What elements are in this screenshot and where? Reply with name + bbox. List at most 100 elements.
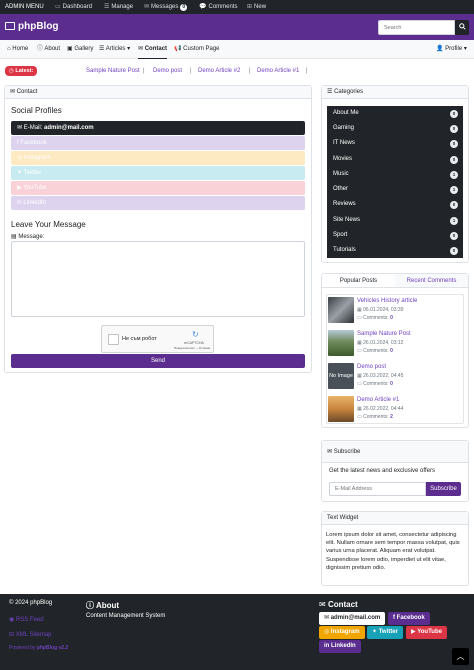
facebook-icon: f — [393, 615, 395, 621]
category-item[interactable]: Sport 0 — [327, 228, 463, 243]
nav-contact[interactable]: ✉ Contact — [138, 40, 168, 59]
latest-separator: | — [306, 68, 308, 74]
category-item[interactable]: Music 1 — [327, 167, 463, 182]
nav-gallery[interactable]: ▣ Gallery — [67, 40, 93, 59]
text-widget-header: Text Widget — [322, 512, 468, 525]
post-title[interactable]: Sample Nature Post — [357, 331, 411, 337]
post-comments: ▭ Comments: 2 — [357, 414, 393, 420]
linkedin-icon: in — [17, 200, 22, 206]
post-title[interactable]: Demo post — [357, 364, 386, 370]
send-button[interactable]: Send — [11, 354, 305, 368]
latest-item[interactable]: Demo post — [153, 66, 182, 76]
info-icon: ⓘ — [37, 46, 44, 52]
calendar-icon: ▦ — [357, 373, 362, 379]
search-button[interactable] — [455, 20, 469, 35]
admin-manage-link[interactable]: ☰ Manage — [104, 0, 133, 14]
category-item[interactable]: Reviews 0 — [327, 197, 463, 212]
category-item[interactable]: Movies 0 — [327, 152, 463, 167]
post-date: ▦ 26.02.2022, 04:44 — [357, 406, 404, 412]
post-date: ▦ 06.01.2024, 03:39 — [357, 307, 404, 313]
subscribe-email-input[interactable] — [329, 482, 426, 496]
post-thumbnail[interactable] — [328, 297, 354, 323]
category-item[interactable]: Site News 1 — [327, 213, 463, 228]
brand-logo[interactable]: phpBlog — [5, 14, 59, 40]
latest-item[interactable]: Sample Nature Post — [86, 66, 140, 76]
category-item[interactable]: Gaming 0 — [327, 121, 463, 136]
caret-down-icon: ▾ — [463, 46, 467, 52]
calendar-icon: ▦ — [357, 340, 362, 346]
recaptcha-checkbox[interactable] — [108, 334, 119, 345]
sitemap-link[interactable]: ⊟ XML Sitemap — [9, 631, 52, 638]
envelope-icon: ✉ — [17, 125, 23, 131]
rss-feed-link[interactable]: ◉ RSS Feed — [9, 616, 44, 623]
admin-dashboard-link[interactable]: ▭ Dashboard — [55, 0, 92, 14]
admin-messages-link[interactable]: ✉ Messages 0 — [144, 0, 188, 14]
category-count: 0 — [450, 155, 458, 164]
recaptcha-label: Не съм робот — [122, 336, 157, 342]
youtube-link[interactable]: ▶ YouTube — [11, 181, 305, 195]
message-label: ▤ Message: — [11, 234, 45, 240]
twitter-link[interactable]: ✦ Twitter — [11, 166, 305, 180]
post-thumbnail-placeholder[interactable]: No Image — [328, 363, 354, 389]
post-date: ▦ 26.01.2024, 03:12 — [357, 340, 404, 346]
tab-recent-comments[interactable]: Recent Comments — [395, 274, 468, 288]
latest-item[interactable]: Demo Article #2 — [198, 66, 240, 76]
envelope-icon: ✉ — [324, 615, 330, 621]
admin-new-link[interactable]: ⊞ New — [247, 0, 266, 14]
instagram-link[interactable]: ◎ Instagram — [11, 151, 305, 165]
email-row[interactable]: ✉ E-Mail: admin@mail.com — [11, 121, 305, 135]
envelope-icon: ✉ — [319, 600, 326, 609]
category-count: 0 — [450, 246, 458, 255]
message-textarea[interactable] — [11, 241, 305, 317]
admin-bar: ADMIN MENU ▭ Dashboard ☰ Manage ✉ Messages 0… — [0, 0, 474, 14]
latest-item[interactable]: Demo Article #1 — [257, 66, 299, 76]
youtube-icon: ▶ — [17, 185, 22, 191]
post-title[interactable]: Demo Article #1 — [357, 397, 399, 403]
linkedin-link[interactable]: in LinkedIn — [11, 196, 305, 210]
twitter-icon: ✦ — [372, 629, 378, 635]
category-item[interactable]: Other 1 — [327, 182, 463, 197]
search-input[interactable] — [378, 20, 455, 35]
category-item[interactable]: About Me 0 — [327, 106, 463, 121]
rss-icon: ◉ — [9, 617, 15, 623]
scroll-top-button[interactable]: ︿ — [452, 648, 469, 665]
facebook-link[interactable]: f Facebook — [11, 136, 305, 150]
subscribe-text: Get the latest news and exclusive offers — [329, 468, 435, 474]
image-icon: ▣ — [67, 46, 73, 52]
admin-comments-link[interactable]: 💬 Comments — [199, 0, 238, 14]
nav-articles[interactable]: ☰ Articles ▾ — [99, 40, 130, 59]
footer-linkedin-button[interactable]: in LinkedIn — [319, 640, 361, 653]
post-title[interactable]: Vehicles History article — [357, 298, 417, 304]
nav-profile[interactable]: 👤 Profile ▾ — [436, 40, 467, 59]
recaptcha-links[interactable]: Поверителност – Условия — [174, 346, 210, 350]
social-profiles-heading: Social Profiles — [11, 106, 62, 115]
category-count: 0 — [450, 124, 458, 133]
calendar-icon: ▦ — [357, 307, 362, 313]
latest-separator: | — [190, 68, 192, 74]
subscribe-button[interactable]: Subscribe — [426, 482, 461, 496]
linkedin-icon: in — [324, 643, 330, 649]
category-count: 1 — [450, 170, 458, 179]
post-thumbnail[interactable] — [328, 396, 354, 422]
nav-home[interactable]: ⌂ Home — [7, 40, 28, 59]
category-item[interactable]: Tutorials 0 — [327, 243, 463, 258]
plus-square-icon: ⊞ — [247, 4, 253, 10]
nav-custom-page[interactable]: 📢 Custom Page — [174, 40, 220, 59]
tab-popular-posts[interactable]: Popular Posts — [322, 274, 395, 288]
category-count: 0 — [450, 231, 458, 240]
footer-twitter-button[interactable]: ✦ Twitter — [367, 626, 403, 639]
nav-about[interactable]: ⓘ About — [37, 40, 60, 59]
category-count: 1 — [450, 216, 458, 225]
footer-email-button[interactable]: ✉ admin@mail.com — [319, 612, 386, 625]
footer-facebook-button[interactable]: f Facebook — [388, 612, 430, 625]
envelope-icon: ✉ — [10, 89, 16, 95]
sitemap-icon: ⊟ — [9, 632, 15, 638]
footer-instagram-button[interactable]: ◎ Instagram — [319, 626, 365, 639]
dashboard-icon: ▭ — [55, 4, 61, 10]
powered-by-link[interactable]: phpBlog v2.2 — [37, 645, 68, 651]
post-thumbnail[interactable] — [328, 330, 354, 356]
caret-down-icon: ▾ — [127, 46, 131, 52]
post-comments: ▭ Comments: 0 — [357, 348, 393, 354]
category-item[interactable]: IT News 0 — [327, 136, 463, 151]
footer-youtube-button[interactable]: ▶ YouTube — [406, 626, 447, 639]
